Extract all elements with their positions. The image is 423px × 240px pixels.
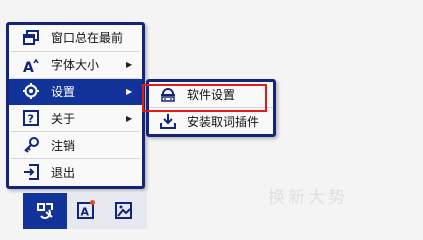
submenu-item-install-plugin[interactable]: 安装取词插件 (149, 108, 273, 134)
svg-text:A: A (23, 60, 34, 73)
menu-item-font-size[interactable]: A 字体大小 ▶ (11, 52, 140, 79)
app-logo-icon (36, 201, 54, 222)
menu-item-label: 退出 (51, 165, 76, 180)
menu-item-logout[interactable]: 注销 (11, 132, 140, 159)
bottom-toolbar: A (23, 193, 147, 229)
menu-item-label: 窗口总在最前 (51, 31, 124, 46)
app-logo-button[interactable] (23, 193, 67, 229)
image-translate-button[interactable] (105, 193, 143, 229)
submenu-arrow-icon: ▶ (126, 113, 133, 123)
menu-item-label: 设置 (51, 84, 76, 99)
settings-submenu: 软件设置 安装取词插件 (146, 79, 276, 137)
download-icon (149, 113, 187, 129)
menu-item-about[interactable]: ? 关于 ▶ (11, 105, 140, 133)
menu-item-settings[interactable]: 设置 ▶ (9, 78, 142, 106)
context-menu: 窗口总在最前 A 字体大小 ▶ 设置 ▶ ? 关于 ▶ 注销 退出 (6, 22, 145, 189)
background-watermark: 换新大势 (268, 188, 348, 208)
menu-item-label: 注销 (51, 138, 76, 153)
image-translate-icon (115, 201, 133, 222)
settings-panel-icon (149, 87, 187, 103)
submenu-arrow-icon: ▶ (126, 86, 133, 96)
svg-text:?: ? (28, 113, 34, 126)
svg-text:A: A (81, 205, 90, 218)
menu-item-label: 关于 (51, 111, 76, 126)
window-stack-icon (11, 29, 51, 46)
font-size-icon: A (11, 57, 51, 73)
menu-item-always-on-top[interactable]: 窗口总在最前 (11, 25, 140, 52)
question-icon: ? (11, 110, 51, 127)
gear-icon (11, 83, 51, 100)
menu-item-exit[interactable]: 退出 (11, 159, 140, 186)
key-icon (11, 137, 51, 153)
submenu-arrow-icon: ▶ (126, 60, 133, 70)
exit-icon (11, 164, 51, 181)
submenu-item-label: 安装取词插件 (187, 114, 260, 129)
submenu-item-label: 软件设置 (187, 88, 236, 102)
translate-card-button[interactable]: A (67, 193, 105, 229)
menu-item-label: 字体大小 (51, 58, 100, 73)
submenu-item-software-settings[interactable]: 软件设置 (149, 82, 273, 108)
notification-badge (90, 200, 95, 205)
